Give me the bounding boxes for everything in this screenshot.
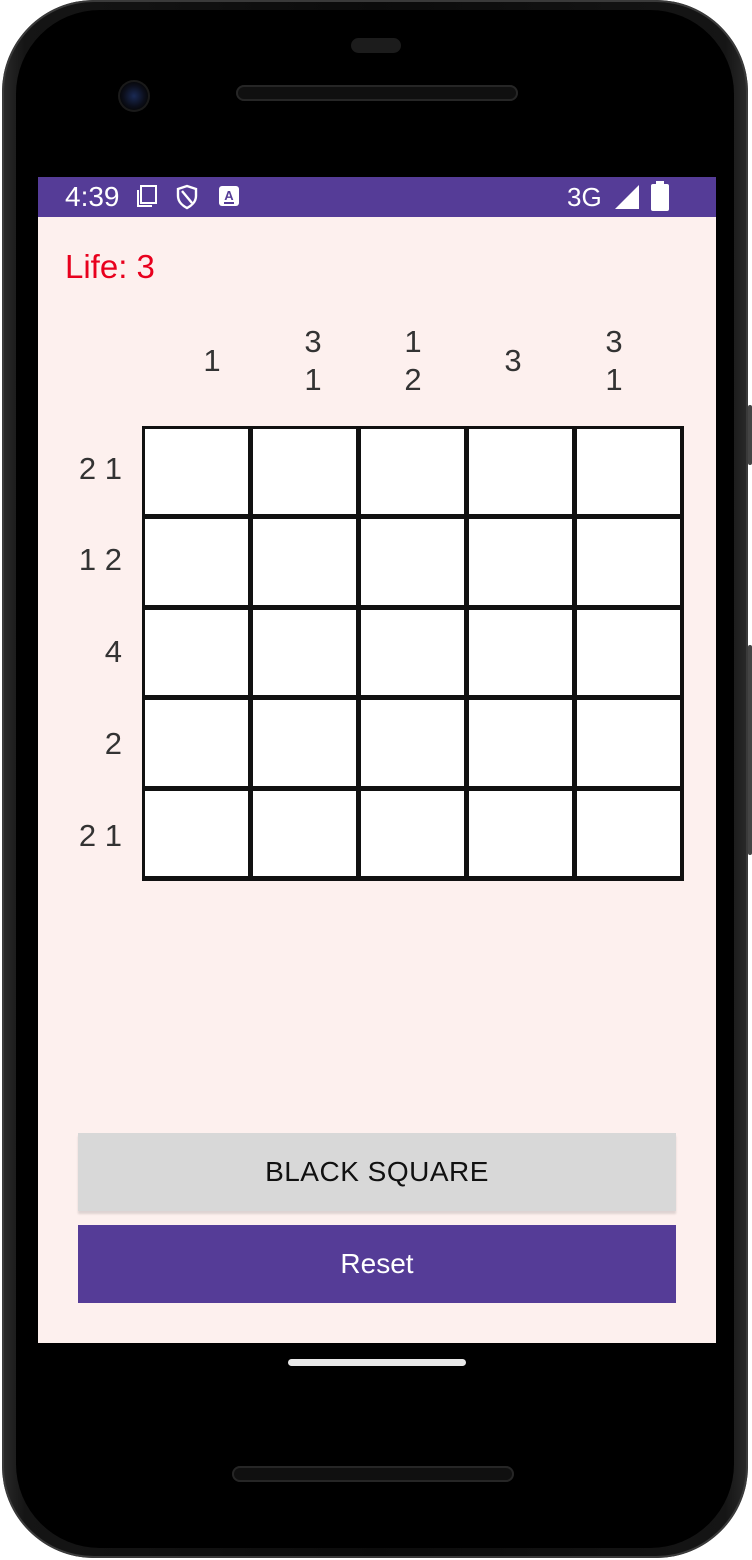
earpiece-speaker (236, 85, 518, 101)
row-clue: 2 1 (78, 818, 122, 853)
column-clue-number: 3 (504, 343, 522, 378)
device-frame: 4:39 A 3G Life: 3 1 3 1 1 2 3 3 1 2 1 1 … (0, 0, 752, 1560)
status-time: 4:39 (65, 181, 120, 212)
grid-cell[interactable] (361, 429, 464, 515)
grid-cell[interactable] (469, 429, 572, 515)
grid-cell[interactable] (145, 519, 248, 605)
column-clue-number: 1 (605, 362, 623, 397)
row-clue: 1 2 (78, 542, 122, 577)
notification-square-icon (135, 184, 159, 213)
power-button (748, 405, 752, 465)
grid-cell[interactable] (253, 609, 356, 696)
volume-button (748, 645, 752, 855)
reset-button[interactable]: Reset (78, 1225, 676, 1303)
battery-icon (651, 181, 669, 216)
column-clue-number: 1 (304, 362, 322, 397)
grid-cell[interactable] (577, 790, 680, 876)
column-clue: 31 (283, 321, 343, 401)
grid-cell[interactable] (577, 429, 680, 515)
grid-cell[interactable] (361, 790, 464, 876)
status-bar: 4:39 A 3G (38, 177, 716, 217)
nonogram-grid (142, 426, 684, 881)
grid-cell[interactable] (253, 429, 356, 515)
black-square-button[interactable]: BLACK SQUARE (78, 1133, 676, 1211)
grid-cell[interactable] (361, 519, 464, 605)
grid-cell[interactable] (469, 790, 572, 876)
home-indicator[interactable] (288, 1359, 466, 1366)
grid-cell[interactable] (361, 609, 464, 696)
grid-cell[interactable] (577, 609, 680, 696)
grid-cell[interactable] (253, 519, 356, 605)
grid-cell[interactable] (469, 519, 572, 605)
row-clue: 2 1 (78, 451, 122, 486)
network-type: 3G (567, 182, 602, 212)
column-clue: 3 (483, 321, 543, 401)
row-clue: 2 (104, 726, 122, 761)
column-clue-number: 1 (203, 343, 221, 378)
grid-cell[interactable] (361, 700, 464, 786)
grid-cell[interactable] (469, 609, 572, 696)
grid-cell[interactable] (577, 700, 680, 786)
column-clue-number: 2 (404, 362, 422, 397)
grid-cell[interactable] (145, 429, 248, 515)
app-screen: 4:39 A 3G Life: 3 1 3 1 1 2 3 3 1 2 1 1 … (38, 177, 716, 1343)
grid-cell[interactable] (577, 519, 680, 605)
row-clue: 4 (104, 634, 122, 669)
grid-cell[interactable] (145, 700, 248, 786)
signal-icon (613, 183, 641, 216)
keyboard-a-icon: A (218, 184, 240, 213)
grid-cell[interactable] (145, 790, 248, 876)
front-camera (118, 80, 150, 112)
column-clue-number: 3 (304, 324, 322, 359)
column-clue: 31 (584, 321, 644, 401)
grid-cell[interactable] (145, 609, 248, 696)
bottom-speaker (232, 1466, 514, 1482)
top-sensor (351, 38, 401, 53)
grid-cell[interactable] (469, 700, 572, 786)
column-clue-number: 1 (404, 324, 422, 359)
column-clue-number: 3 (605, 324, 623, 359)
grid-cell[interactable] (253, 790, 356, 876)
column-clue: 12 (383, 321, 443, 401)
column-clue: 1 (182, 321, 242, 401)
shield-icon (175, 184, 199, 215)
svg-text:A: A (224, 188, 234, 203)
grid-cell[interactable] (253, 700, 356, 786)
life-counter: Life: 3 (65, 248, 155, 285)
